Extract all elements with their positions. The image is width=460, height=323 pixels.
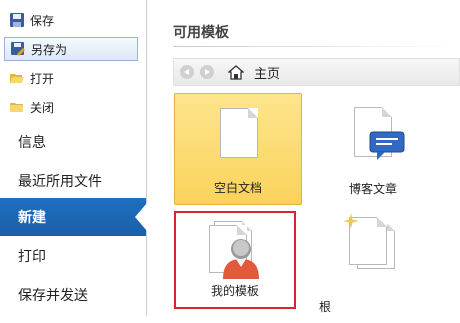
close-folder-icon: [9, 99, 25, 115]
sidebar-item-label: 新建: [18, 210, 46, 226]
sidebar-item-label: 信息: [18, 135, 46, 151]
template-my-templates[interactable]: 我的模板: [174, 211, 296, 309]
sidebar-item-save-send[interactable]: 保存并发送: [0, 276, 146, 314]
home-icon[interactable]: [227, 64, 245, 80]
template-label: 我的模板: [210, 284, 259, 298]
breadcrumb[interactable]: 主页: [254, 63, 280, 82]
template-new-from-existing[interactable]: 根: [309, 211, 437, 323]
sidebar-item-label: 打开: [30, 71, 55, 86]
sidebar-item-close[interactable]: 关闭: [4, 95, 138, 119]
template-blog-post[interactable]: 博客文章: [309, 93, 437, 205]
sidebar-item-info[interactable]: 信息: [0, 123, 146, 161]
template-label: 空白文档: [213, 181, 262, 195]
sidebar-item-save-as[interactable]: 另存为: [4, 37, 138, 61]
template-label: 博客文章: [348, 182, 397, 196]
templates-pane: 可用模板 主页 空白文档 博客文章 我的模板 根: [147, 0, 460, 316]
sidebar-item-label: 保存并发送: [18, 288, 88, 304]
sidebar-item-new[interactable]: 新建: [0, 198, 147, 236]
sidebar-item-label: 关闭: [30, 100, 55, 115]
template-label: 根: [319, 300, 332, 314]
sidebar-item-label: 保存: [30, 13, 55, 28]
backstage-sidebar: 保存 另存为 打开 关闭 信息 最近所用文件 新建 打印 保存并发送: [0, 0, 147, 316]
sidebar-item-label: 最近所用文件: [18, 174, 102, 190]
divider: [173, 46, 460, 47]
back-arrow-icon[interactable]: [180, 65, 194, 79]
section-title: 可用模板: [173, 25, 229, 41]
sidebar-item-label: 打印: [18, 249, 46, 265]
sidebar-item-recent[interactable]: 最近所用文件: [0, 162, 146, 200]
save-icon: [9, 12, 25, 28]
template-blank-document[interactable]: 空白文档: [174, 93, 302, 205]
template-nav-bar: 主页: [173, 58, 460, 86]
sidebar-item-label: 另存为: [31, 42, 68, 57]
sidebar-item-open[interactable]: 打开: [4, 66, 138, 90]
open-folder-icon: [9, 70, 25, 86]
save-as-icon: [10, 41, 26, 57]
sidebar-item-print[interactable]: 打印: [0, 237, 146, 275]
sidebar-item-save[interactable]: 保存: [4, 8, 138, 32]
forward-arrow-icon[interactable]: [200, 65, 214, 79]
